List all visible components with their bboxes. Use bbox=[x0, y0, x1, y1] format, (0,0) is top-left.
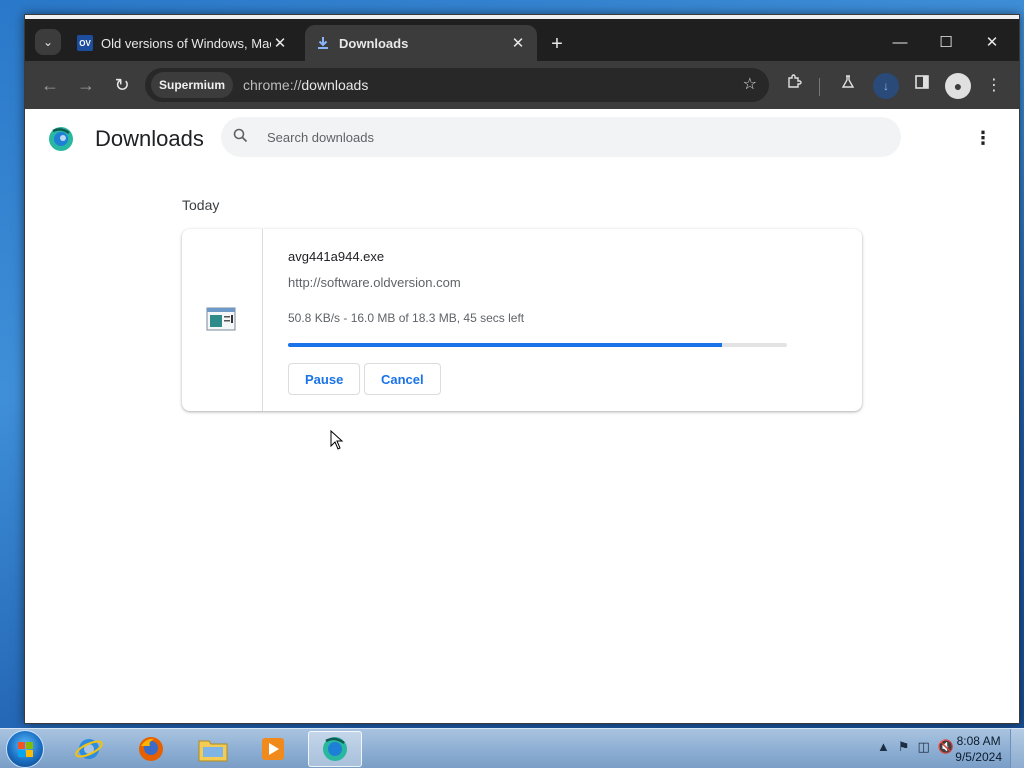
site-chip[interactable]: Supermium bbox=[151, 72, 234, 98]
cancel-button[interactable]: Cancel bbox=[364, 363, 441, 395]
show-desktop-button[interactable] bbox=[1010, 729, 1024, 768]
star-icon[interactable]: ☆ bbox=[743, 74, 757, 94]
close-tab-icon[interactable]: ✕ bbox=[509, 34, 527, 52]
tab-title: Downloads bbox=[339, 35, 409, 51]
url-text[interactable]: chrome://downloads bbox=[243, 77, 368, 93]
file-icon-column bbox=[182, 229, 263, 411]
action-center-flag-icon[interactable]: ⚑ bbox=[898, 739, 910, 755]
chevron-down-icon: ⌄ bbox=[42, 35, 54, 49]
downloads-page: Downloads ⋮ Today avg441a944.exe h bbox=[25, 109, 1019, 723]
network-icon[interactable]: ◫ bbox=[918, 739, 930, 755]
supermium-logo-icon bbox=[49, 127, 73, 151]
forward-button[interactable]: → bbox=[73, 73, 99, 99]
side-panel-icon[interactable] bbox=[909, 73, 935, 99]
search-box[interactable] bbox=[221, 117, 901, 157]
maximize-button[interactable]: ☐ bbox=[923, 29, 969, 57]
download-progress-icon[interactable]: ↓ bbox=[873, 73, 899, 99]
clock[interactable]: 8:08 AM 9/5/2024 bbox=[955, 733, 1002, 765]
tab-title: Old versions of Windows, Mac bbox=[101, 35, 271, 51]
more-actions-icon[interactable]: ⋮ bbox=[973, 125, 993, 151]
taskbar-internet-explorer[interactable] bbox=[62, 731, 116, 767]
volume-muted-icon[interactable]: 🔇 bbox=[938, 739, 954, 755]
download-item: avg441a944.exe http://software.oldversio… bbox=[182, 229, 862, 411]
taskbar-file-explorer[interactable] bbox=[186, 731, 240, 767]
exe-file-icon bbox=[206, 307, 236, 331]
internet-explorer-icon bbox=[75, 739, 103, 759]
taskbar-media-player[interactable] bbox=[246, 731, 300, 767]
windows-logo-icon bbox=[18, 742, 33, 757]
kebab-menu-icon[interactable]: ⋮ bbox=[981, 73, 1007, 99]
folder-icon bbox=[198, 740, 228, 762]
date-heading: Today bbox=[182, 197, 220, 213]
toolbar-separator bbox=[819, 78, 820, 96]
media-player-icon bbox=[262, 738, 284, 760]
start-button[interactable] bbox=[6, 730, 44, 768]
back-button[interactable]: ← bbox=[37, 73, 63, 99]
file-name[interactable]: avg441a944.exe bbox=[288, 249, 384, 264]
pause-button[interactable]: Pause bbox=[288, 363, 361, 395]
url-path: downloads bbox=[301, 77, 369, 93]
tab-strip: ⌄ OV Old versions of Windows, Mac ✕ Down… bbox=[25, 15, 1019, 61]
page-title: Downloads bbox=[95, 126, 204, 151]
tab-oldversion[interactable]: OV Old versions of Windows, Mac ✕ bbox=[67, 25, 299, 61]
download-icon bbox=[315, 35, 331, 51]
profile-avatar-icon[interactable]: ● bbox=[945, 73, 971, 99]
firefox-icon bbox=[139, 737, 163, 761]
search-input[interactable] bbox=[267, 129, 827, 145]
clock-time: 8:08 AM bbox=[956, 734, 1001, 748]
tab-search-button[interactable]: ⌄ bbox=[35, 29, 61, 55]
new-tab-button[interactable]: + bbox=[545, 33, 569, 57]
clock-date: 9/5/2024 bbox=[955, 750, 1002, 764]
mouse-cursor-icon bbox=[330, 430, 344, 450]
supermium-icon bbox=[323, 737, 347, 761]
extensions-icon[interactable] bbox=[781, 73, 807, 99]
close-tab-icon[interactable]: ✕ bbox=[271, 34, 289, 52]
reload-button[interactable]: ↻ bbox=[109, 73, 135, 99]
download-status: 50.8 KB/s - 16.0 MB of 18.3 MB, 45 secs … bbox=[288, 311, 525, 325]
progress-fill bbox=[288, 343, 723, 347]
tab-downloads[interactable]: Downloads ✕ bbox=[305, 25, 537, 61]
ov-favicon-icon: OV bbox=[77, 35, 93, 51]
show-hidden-icons-icon[interactable]: ▲ bbox=[877, 739, 890, 755]
taskbar-supermium[interactable] bbox=[308, 731, 362, 767]
file-source-url[interactable]: http://software.oldversion.com bbox=[288, 275, 461, 290]
omnibox[interactable]: Supermium chrome://downloads ☆ bbox=[145, 68, 769, 102]
minimize-button[interactable]: — bbox=[877, 29, 923, 57]
taskbar-firefox[interactable] bbox=[124, 731, 178, 767]
download-progress-bar bbox=[288, 343, 787, 347]
browser-toolbar: ← → ↻ Supermium chrome://downloads ☆ ↓ ●… bbox=[25, 61, 1019, 109]
close-window-button[interactable]: ✕ bbox=[969, 29, 1015, 57]
url-scheme: chrome:// bbox=[243, 77, 302, 93]
taskbar: ▲ ⚑ ◫ 🔇 8:08 AM 9/5/2024 bbox=[0, 728, 1024, 768]
browser-window: ⌄ OV Old versions of Windows, Mac ✕ Down… bbox=[24, 14, 1020, 724]
system-tray: ▲ ⚑ ◫ 🔇 bbox=[877, 739, 954, 755]
labs-flask-icon[interactable] bbox=[835, 73, 861, 99]
search-icon bbox=[233, 128, 253, 147]
